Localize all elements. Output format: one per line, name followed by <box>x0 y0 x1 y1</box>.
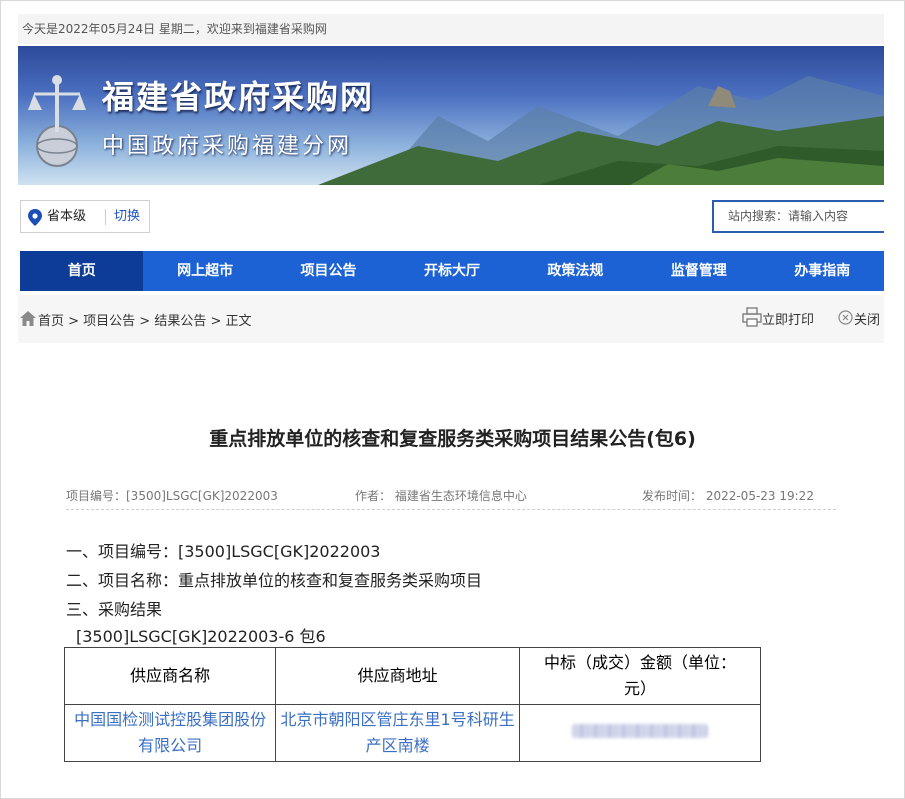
project-name-line: 二、项目名称：重点排放单位的核查和复查服务类采购项目 <box>66 571 483 590</box>
nav-item-home[interactable]: 首页 <box>20 251 144 291</box>
region-selector: 省本级 切换 <box>20 200 150 233</box>
project-number-line: 一、项目编号：[3500]LSGC[GK]2022003 <box>66 542 381 561</box>
meta-project-number: 项目编号：[3500]LSGC[GK]2022003 <box>66 489 278 503</box>
site-title: 福建省政府采购网 <box>102 78 375 116</box>
divider <box>105 209 106 225</box>
switch-region-link[interactable]: 切换 <box>114 201 140 232</box>
meta-publish-time: 发布时间： 2022-05-23 19:22 <box>642 489 814 503</box>
nav-item-service-guide[interactable]: 办事指南 <box>761 251 884 291</box>
breadcrumb-bar: 首页 > 项目公告 > 结果公告 > 正文 立即打印 关闭 <box>18 295 884 343</box>
result-table: 供应商名称 供应商地址 中标（成交）金额（单位：元） 中国国检测试控股集团股份有… <box>63 647 761 762</box>
header-supplier-name: 供应商名称 <box>63 647 277 705</box>
nav-item-bid-opening-hall[interactable]: 开标大厅 <box>390 251 513 291</box>
article-title: 重点排放单位的核查和复查服务类采购项目结果公告(包6) <box>209 428 696 450</box>
region-level: 省本级 <box>47 209 87 224</box>
nav-item-online-market[interactable]: 网上超市 <box>143 251 266 291</box>
print-button[interactable]: 立即打印 <box>762 309 814 328</box>
redacted-amount <box>572 724 709 738</box>
site-subtitle: 中国政府采购福建分网 <box>102 134 353 159</box>
breadcrumb[interactable]: 首页 > 项目公告 > 结果公告 > 正文 <box>38 310 251 329</box>
table-row: 中国国检测试控股集团股份有限公司 北京市朝阳区管庄东里1号科研生产区南楼 <box>63 704 761 762</box>
supplier-name-cell[interactable]: 中国国检测试控股集团股份有限公司 <box>63 704 277 762</box>
site-logo-icon <box>28 75 86 167</box>
header-bid-amount: 中标（成交）金额（单位：元） <box>519 647 761 705</box>
procurement-result-heading: 三、采购结果 <box>66 600 163 619</box>
printer-icon[interactable] <box>742 307 762 327</box>
meta-divider <box>66 509 836 510</box>
close-button[interactable]: 关闭 <box>854 309 880 328</box>
nav-item-supervision[interactable]: 监督管理 <box>637 251 760 291</box>
date-welcome-bar: 今天是2022年05月24日 星期二，欢迎来到福建省采购网 <box>18 14 884 44</box>
meta-author: 作者： 福建省生态环境信息中心 <box>355 489 527 503</box>
nav-item-policies[interactable]: 政策法规 <box>514 251 637 291</box>
package-line: [3500]LSGC[GK]2022003-6 包6 <box>76 627 326 646</box>
site-banner: 福建省政府采购网 中国政府采购福建分网 <box>18 46 884 185</box>
home-icon <box>20 311 36 326</box>
supplier-address-cell[interactable]: 北京市朝阳区管庄东里1号科研生产区南楼 <box>275 704 521 762</box>
close-circle-icon[interactable] <box>838 310 853 325</box>
header-supplier-address: 供应商地址 <box>275 647 521 705</box>
table-header-row: 供应商名称 供应商地址 中标（成交）金额（单位：元） <box>63 647 761 705</box>
date-welcome-text: 今天是2022年05月24日 星期二，欢迎来到福建省采购网 <box>22 22 327 36</box>
location-pin-icon <box>28 209 42 226</box>
bid-amount-cell <box>519 704 761 762</box>
main-nav: 首页 网上超市 项目公告 开标大厅 政策法规 监督管理 办事指南 <box>20 251 884 291</box>
site-search-input[interactable]: 站内搜索：请输入内容 <box>712 200 884 233</box>
nav-item-project-notices[interactable]: 项目公告 <box>267 251 390 291</box>
